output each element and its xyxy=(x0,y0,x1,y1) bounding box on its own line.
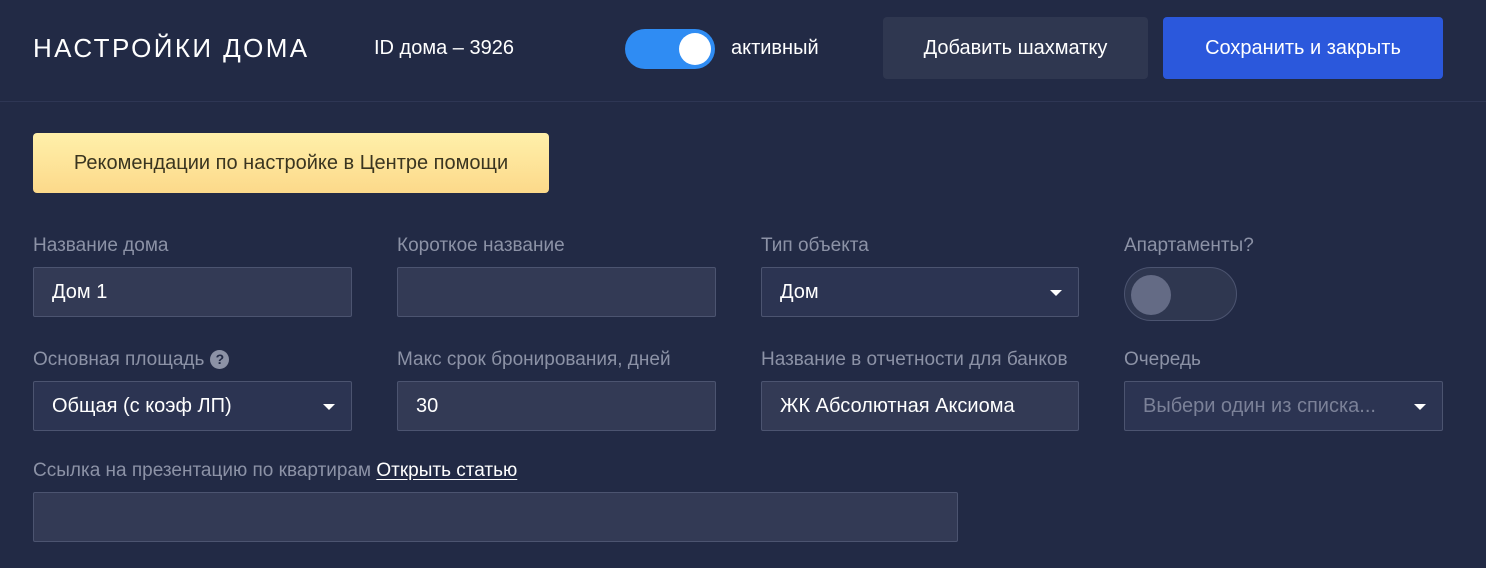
queue-select[interactable]: Выбери один из списка... xyxy=(1124,381,1443,431)
apartments-toggle[interactable] xyxy=(1124,267,1237,321)
house-name-label: Название дома xyxy=(33,235,169,256)
main-area-value: Общая (с коэф ЛП) xyxy=(52,394,232,417)
question-icon[interactable]: ? xyxy=(210,349,230,369)
queue-label: Очередь xyxy=(1124,349,1201,370)
main-area-label-text: Основная площадь xyxy=(33,349,205,370)
object-type-value: Дом xyxy=(780,280,819,303)
save-and-close-button[interactable]: Сохранить и закрыть xyxy=(1163,17,1443,79)
short-name-input[interactable] xyxy=(397,267,716,317)
bank-report-name-value: ЖК Абсолютная Аксиома xyxy=(780,394,1015,417)
queue-placeholder: Выбери один из списка... xyxy=(1143,394,1376,417)
help-center-banner[interactable]: Рекомендации по настройке в Центре помощ… xyxy=(33,133,549,193)
object-type-select[interactable]: Дом xyxy=(761,267,1079,317)
add-chessboard-button[interactable]: Добавить шахматку xyxy=(883,17,1148,79)
chevron-down-icon xyxy=(323,404,335,410)
apartments-label: Апартаменты? xyxy=(1124,235,1254,256)
presentation-link-input[interactable] xyxy=(33,492,958,542)
page-title: НАСТРОЙКИ ДОМА xyxy=(33,33,310,63)
max-booking-input[interactable]: 30 xyxy=(397,381,716,431)
max-booking-value: 30 xyxy=(416,394,439,417)
object-type-label: Тип объекта xyxy=(761,235,869,256)
max-booking-label: Макс срок бронирования, дней xyxy=(397,349,671,370)
bank-report-name-label: Название в отчетности для банков xyxy=(761,349,1068,370)
presentation-link-label: Ссылка на презентацию по квартирам Откры… xyxy=(33,460,517,482)
chevron-down-icon xyxy=(1414,404,1426,410)
presentation-link-label-text: Ссылка на презентацию по квартирам xyxy=(33,460,372,481)
active-toggle[interactable] xyxy=(625,29,715,69)
header-bar: НАСТРОЙКИ ДОМА ID дома – 3926 активный Д… xyxy=(0,0,1486,102)
active-toggle-label: активный xyxy=(731,37,819,59)
main-area-label: Основная площадь? xyxy=(33,349,230,371)
bank-report-name-input[interactable]: ЖК Абсолютная Аксиома xyxy=(761,381,1079,431)
main-area-select[interactable]: Общая (с коэф ЛП) xyxy=(33,381,352,431)
house-id: ID дома – 3926 xyxy=(374,37,514,59)
chevron-down-icon xyxy=(1050,290,1062,296)
house-name-value: Дом 1 xyxy=(52,280,108,303)
open-article-link[interactable]: Открыть статью xyxy=(376,460,517,481)
toggle-knob xyxy=(679,33,711,65)
house-name-input[interactable]: Дом 1 xyxy=(33,267,352,317)
short-name-label: Короткое название xyxy=(397,235,565,256)
toggle-knob xyxy=(1131,275,1171,315)
